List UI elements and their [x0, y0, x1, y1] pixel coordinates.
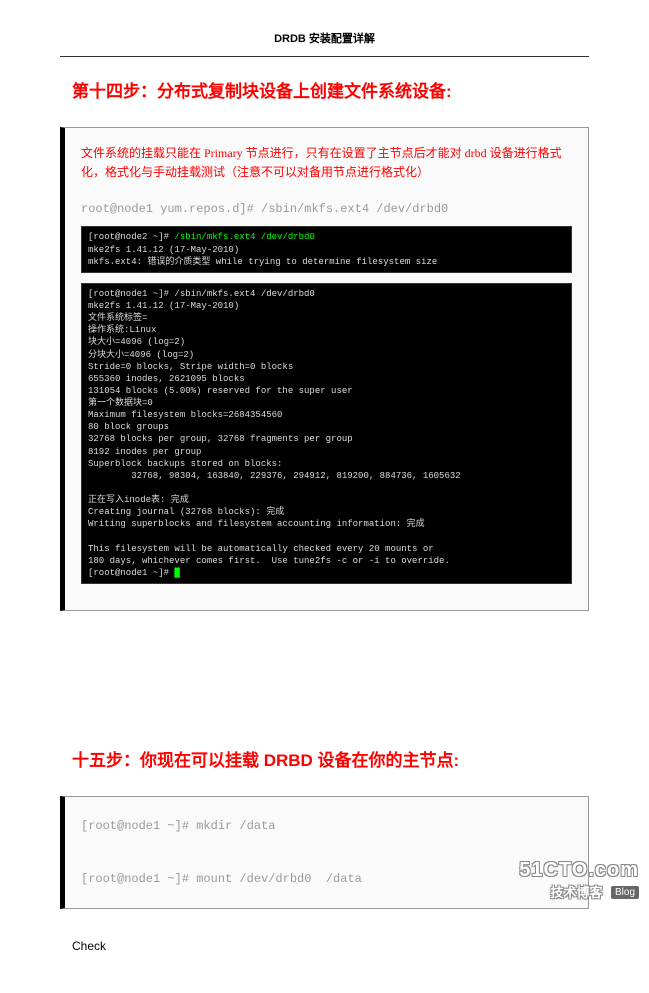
term2-cursor: █ [174, 568, 179, 578]
watermark: 51CTO.com 技术博客 Blog [519, 859, 639, 902]
term1-line3: mkfs.ext4: 错误的介质类型 while trying to deter… [88, 257, 437, 267]
step14-title: 第十四步：分布式复制块设备上创建文件系统设备: [72, 77, 589, 102]
page-header: DRDB 安装配置详解 [60, 30, 589, 57]
step14-block: 文件系统的挂载只能在 Primary 节点进行，只有在设置了主节点后才能对 dr… [60, 127, 589, 611]
step15-commands: [root@node1 ~]# mkdir /data [root@node1 … [81, 813, 572, 892]
term1-host: [root@node2 ~]# [88, 232, 174, 242]
term1-cmd: /sbin/mkfs.ext4 /dev/drbd0 [174, 232, 314, 242]
watermark-domain: 51CTO.com [519, 859, 639, 882]
terminal-error: [root@node2 ~]# /sbin/mkfs.ext4 /dev/drb… [81, 226, 572, 272]
step14-note: 文件系统的挂载只能在 Primary 节点进行，只有在设置了主节点后才能对 dr… [81, 144, 572, 182]
term1-line2: mke2fs 1.41.12 (17-May-2010) [88, 245, 239, 255]
watermark-label: 技术博客 [551, 885, 603, 900]
step15-title: 十五步：你现在可以挂载 DRBD 设备在你的主节点: [72, 746, 589, 771]
step14-command: root@node1 yum.repos.d]# /sbin/mkfs.ext4… [81, 202, 572, 216]
term2-body: [root@node1 ~]# /sbin/mkfs.ext4 /dev/drb… [88, 289, 461, 566]
term2-prompt: [root@node1 ~]# [88, 568, 174, 578]
step15-block: [root@node1 ~]# mkdir /data [root@node1 … [60, 796, 589, 909]
watermark-blog-badge: Blog [611, 886, 639, 899]
terminal-success: [root@node1 ~]# /sbin/mkfs.ext4 /dev/drb… [81, 283, 572, 584]
footer-text: Check [72, 939, 589, 953]
